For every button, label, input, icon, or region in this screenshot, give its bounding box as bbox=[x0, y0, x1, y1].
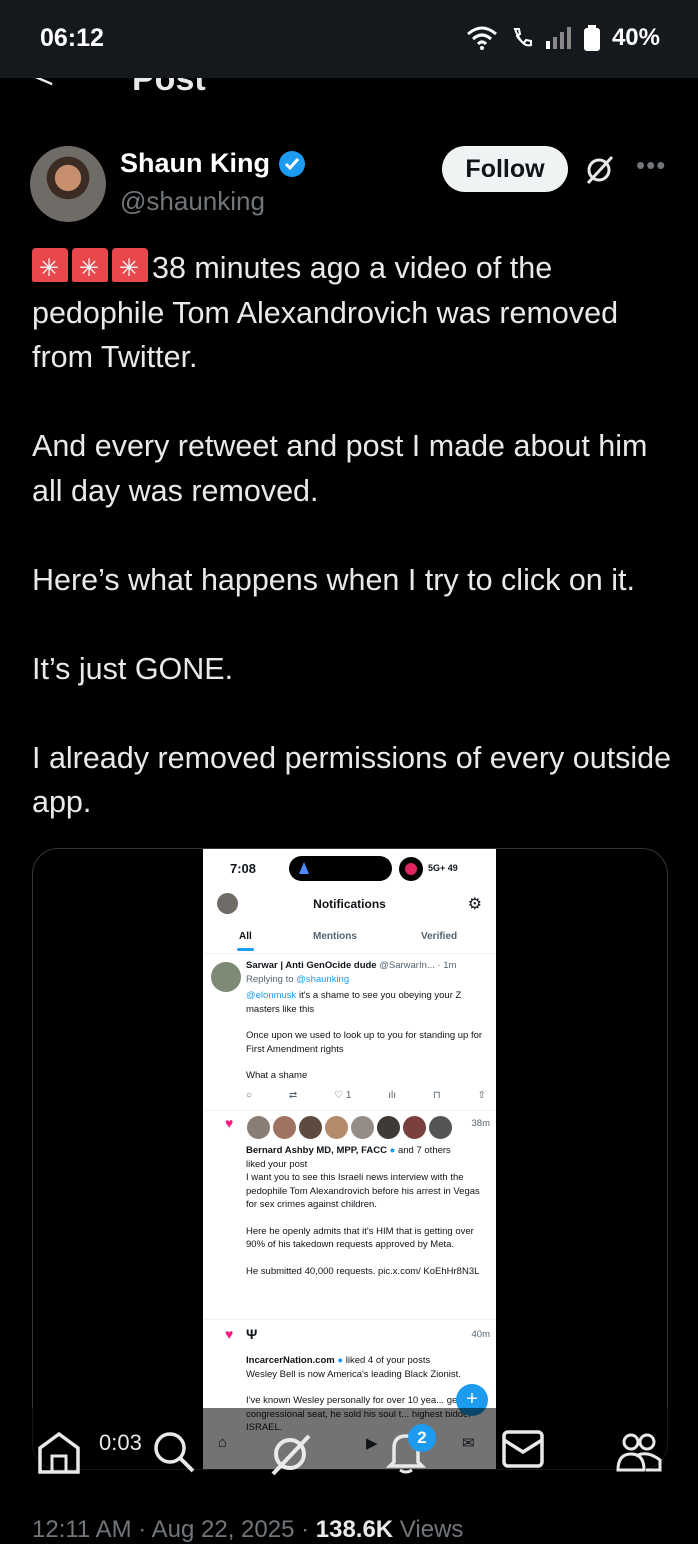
embedded-header: Notifications ⚙ bbox=[203, 887, 496, 923]
embedded-tab-all: All bbox=[237, 931, 254, 951]
share-icon: ⇧ bbox=[477, 1089, 486, 1101]
embedded-reply-avatar bbox=[211, 962, 241, 992]
post-line-3: Here’s what happens when I try to click … bbox=[32, 562, 635, 597]
follow-button[interactable]: Follow bbox=[442, 146, 568, 192]
grok-button[interactable] bbox=[584, 153, 616, 190]
communities-icon[interactable] bbox=[616, 1430, 662, 1483]
grok-nav-icon[interactable] bbox=[268, 1430, 314, 1485]
embedded-mail-icon: ✉ bbox=[462, 1435, 475, 1452]
embedded-play-icon: ▶ bbox=[366, 1435, 378, 1452]
siren-icon bbox=[72, 247, 108, 292]
gear-icon: ⚙ bbox=[467, 896, 482, 913]
embedded-time: 7:08 bbox=[230, 861, 257, 876]
post-media[interactable]: 7:08 5G+ 49 Notifications ⚙ All Mentions… bbox=[32, 848, 668, 1470]
heart-icon: ♥ bbox=[225, 1115, 234, 1131]
post-text: 38 minutes ago a video of the pedophile … bbox=[32, 246, 672, 825]
video-timer: 0:03 bbox=[99, 1430, 142, 1455]
author-avatar[interactable] bbox=[30, 146, 106, 222]
embedded-tab-verified: Verified bbox=[421, 931, 458, 942]
reply-icon: ○ bbox=[246, 1089, 253, 1101]
battery-percent: 40% bbox=[611, 24, 660, 51]
embedded-reply-item: Sarwar | Anti GenOcide dude @SarwarIn...… bbox=[203, 954, 496, 1111]
like-icon: ♡ 1 bbox=[334, 1089, 352, 1101]
embedded-status-bar: 7:08 5G+ 49 bbox=[203, 849, 496, 887]
post-line-2: And every retweet and post I made about … bbox=[32, 429, 648, 508]
embedded-likes-body: Bernard Ashby MD, MPP, FACC ● and 7 othe… bbox=[246, 1115, 486, 1278]
incarcer-logo-icon: Ψ bbox=[246, 1326, 258, 1342]
grok-icon bbox=[586, 155, 614, 185]
status-time: 06:12 bbox=[40, 24, 104, 52]
post-meta: 12:11 AM · Aug 22, 2025 · 138.6K Views bbox=[32, 1516, 463, 1544]
siren-icon bbox=[112, 247, 148, 292]
views-label: Views bbox=[393, 1516, 464, 1543]
notifications-badge: 2 bbox=[408, 1424, 436, 1452]
search-icon[interactable] bbox=[152, 1430, 196, 1483]
bookmark-icon: ⊓ bbox=[432, 1089, 441, 1101]
verified-badge-icon bbox=[279, 150, 305, 177]
post-line-5: I already removed permissions of every o… bbox=[32, 740, 672, 820]
post-timestamp: 12:11 AM · Aug 22, 2025 · bbox=[32, 1516, 316, 1543]
heart-icon: ♥ bbox=[225, 1326, 234, 1342]
embedded-network: 5G+ 49 bbox=[428, 863, 458, 873]
post-line-4: It’s just GONE. bbox=[32, 651, 234, 686]
embedded-tab-mentions: Mentions bbox=[313, 931, 357, 942]
dynamic-island bbox=[289, 856, 392, 881]
views-icon: ılı bbox=[388, 1089, 397, 1101]
siren-icon bbox=[32, 247, 68, 292]
home-icon[interactable] bbox=[36, 1430, 82, 1483]
messages-icon[interactable] bbox=[502, 1430, 544, 1477]
battery-icon bbox=[583, 25, 600, 51]
status-icons: 40% bbox=[466, 24, 660, 52]
liker-avatars bbox=[246, 1115, 486, 1140]
author-name-row[interactable]: Shaun King bbox=[120, 148, 306, 179]
embedded-phone-screen: 7:08 5G+ 49 Notifications ⚙ All Mentions… bbox=[203, 849, 496, 1469]
status-bar: 06:12 40% bbox=[0, 0, 698, 78]
call-icon bbox=[513, 28, 532, 47]
wifi-icon bbox=[466, 26, 497, 50]
author-handle[interactable]: @shaunking bbox=[120, 186, 265, 217]
more-options-button[interactable]: ••• bbox=[636, 150, 666, 181]
views-count: 138.6K bbox=[315, 1516, 394, 1543]
embedded-reply-body: Sarwar | Anti GenOcide dude @SarwarIn...… bbox=[246, 960, 486, 1103]
post-line-1: 38 minutes ago a video of the pedophile … bbox=[32, 246, 672, 380]
signal-icon bbox=[545, 27, 571, 49]
embedded-home-icon: ⌂ bbox=[218, 1434, 228, 1451]
retweet-icon: ⇄ bbox=[288, 1089, 298, 1101]
embedded-tabs: All Mentions Verified bbox=[203, 923, 496, 954]
embedded-likes-item: ♥ 38m Bernard Ashby MD, MPP, FACC ● and … bbox=[203, 1111, 496, 1320]
embedded-reply-actions: ○ ⇄ ♡ 1 ılı ⊓ ⇧ bbox=[246, 1089, 486, 1103]
author-name[interactable]: Shaun King bbox=[120, 148, 270, 179]
embedded-title: Notifications bbox=[313, 897, 386, 911]
record-icon bbox=[399, 857, 423, 881]
